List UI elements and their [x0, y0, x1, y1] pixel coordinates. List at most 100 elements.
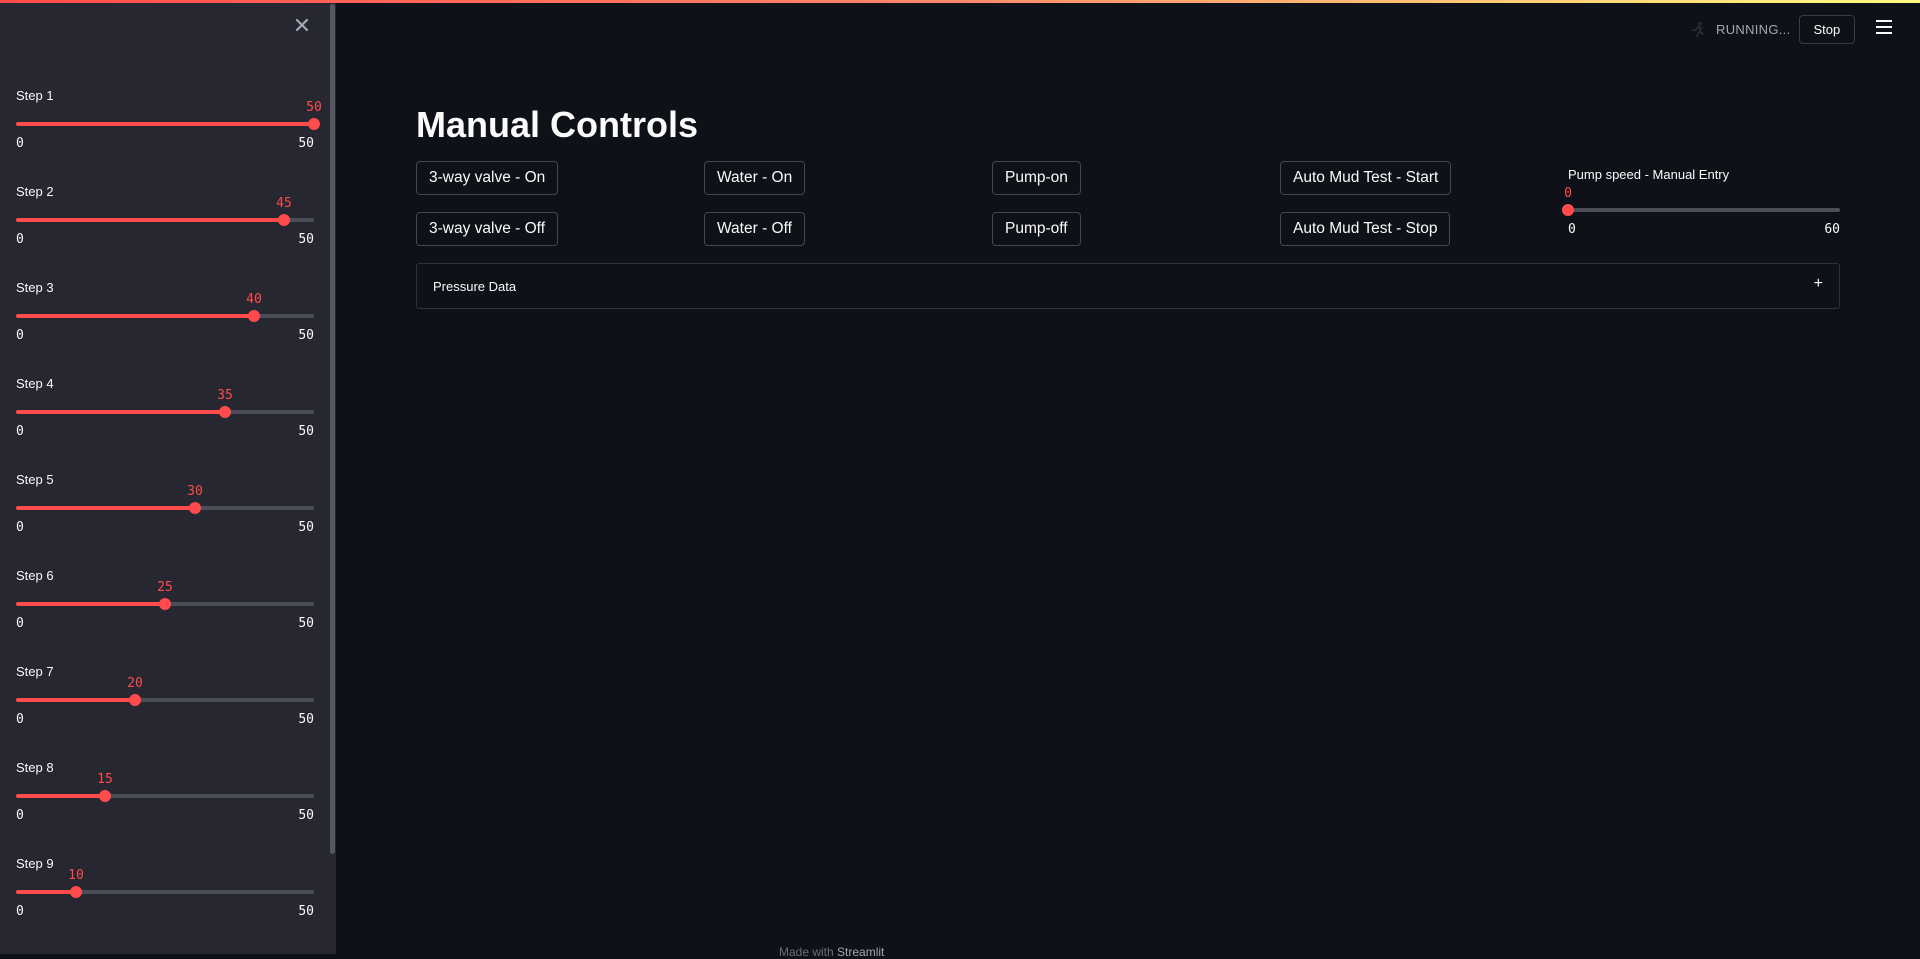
slider-min: 0 [16, 712, 24, 727]
step-slider[interactable]: Step 7 20 0 50 [16, 664, 314, 760]
step-label: Step 5 [16, 472, 54, 487]
slider-thumb[interactable] [99, 790, 111, 802]
valve-on-button[interactable]: 3-way valve - On [416, 161, 559, 195]
footer: Made with Streamlit [779, 945, 884, 959]
slider-max: 50 [298, 328, 314, 343]
plus-icon[interactable]: + [1814, 275, 1823, 293]
sidebar: ✕ Step 1 50 0 50 Step 2 45 0 50 Step 3 40 0 50 Step … [0, 0, 336, 954]
step-slider[interactable]: Step 8 15 0 50 [16, 760, 314, 856]
slider-max: 60 [1824, 222, 1840, 237]
page-title: Manual Controls [416, 104, 699, 145]
top-decoration-bar [0, 0, 1920, 3]
slider-fill [16, 698, 135, 702]
slider-track[interactable]: 15 [16, 772, 314, 802]
slider-value: 50 [306, 100, 322, 115]
step-slider[interactable]: Step 1 50 0 50 [16, 88, 322, 184]
slider-min: 0 [16, 904, 24, 919]
slider-track[interactable]: 30 [16, 484, 314, 514]
step-label: Step 8 [16, 760, 54, 775]
slider-fill [16, 602, 165, 606]
slider-fill [16, 794, 105, 798]
step-slider[interactable]: Step 6 25 0 50 [16, 568, 314, 664]
pump-on-button[interactable]: Pump-on [992, 161, 1081, 195]
hamburger-menu-icon[interactable] [1876, 20, 1892, 34]
running-status-text: RUNNING... [1716, 21, 1791, 37]
slider-value: 35 [217, 388, 233, 403]
expander-label: Pressure Data [433, 279, 517, 294]
pump-speed-slider[interactable]: 0 0 60 [1562, 186, 1840, 237]
slider-max: 50 [298, 808, 314, 823]
slider-max: 50 [298, 424, 314, 439]
slider-fill [16, 890, 76, 894]
sidebar-scrollbar[interactable] [330, 4, 335, 854]
slider-track[interactable]: 45 [16, 196, 314, 226]
slider-track[interactable]: 50 [16, 100, 322, 130]
slider-value: 45 [276, 196, 292, 211]
step-slider[interactable]: Step 4 35 0 50 [16, 376, 314, 472]
slider-fill [16, 410, 225, 414]
step-label: Step 3 [16, 280, 54, 295]
mud-test-stop-button[interactable]: Auto Mud Test - Stop [1280, 212, 1451, 246]
step-slider[interactable]: Step 9 10 0 50 [16, 856, 314, 952]
water-on-button[interactable]: Water - On [704, 161, 806, 195]
step-slider[interactable]: Step 5 30 0 50 [16, 472, 314, 568]
slider-thumb[interactable] [129, 694, 141, 706]
slider-track[interactable]: 10 [16, 868, 314, 898]
step-label: Step 7 [16, 664, 54, 679]
slider-min: 0 [16, 616, 24, 631]
step-label: Step 6 [16, 568, 54, 583]
pressure-data-expander[interactable]: Pressure Data + [416, 263, 1840, 309]
status-area: RUNNING... Stop [1690, 14, 1856, 44]
step-label: Step 9 [16, 856, 54, 871]
pump-speed-label: Pump speed - Manual Entry [1568, 167, 1730, 182]
step-slider[interactable]: Step 2 45 0 50 [16, 184, 314, 280]
slider-track[interactable]: 35 [16, 388, 314, 418]
slider-max: 50 [298, 232, 314, 247]
slider-max: 50 [298, 520, 314, 535]
pump-off-button[interactable]: Pump-off [992, 212, 1081, 246]
mud-test-start-button[interactable]: Auto Mud Test - Start [1280, 161, 1452, 195]
slider-max: 50 [298, 616, 314, 631]
slider-value: 25 [157, 580, 173, 595]
slider-thumb[interactable] [248, 310, 260, 322]
slider-value: 10 [68, 868, 84, 883]
slider-fill [16, 122, 314, 126]
water-off-button[interactable]: Water - Off [704, 212, 805, 246]
slider-thumb[interactable] [219, 406, 231, 418]
slider-thumb[interactable] [189, 502, 201, 514]
slider-thumb[interactable] [70, 886, 82, 898]
slider-value: 0 [1564, 186, 1572, 201]
slider-max: 50 [298, 136, 314, 151]
slider-min: 0 [16, 424, 24, 439]
slider-track[interactable]: 40 [16, 292, 314, 322]
slider-track[interactable]: 20 [16, 676, 314, 706]
slider-value: 40 [246, 292, 262, 307]
slider-thumb[interactable] [278, 214, 290, 226]
slider-min: 0 [16, 328, 24, 343]
slider-thumb[interactable] [308, 118, 320, 130]
step-label: Step 1 [16, 88, 54, 103]
slider-min: 0 [16, 520, 24, 535]
slider-fill [16, 506, 195, 510]
step-label: Step 2 [16, 184, 54, 199]
slider-max: 50 [298, 904, 314, 919]
slider-fill [16, 218, 284, 222]
slider-value: 20 [127, 676, 143, 691]
slider-track[interactable]: 25 [16, 580, 314, 610]
slider-value: 30 [187, 484, 203, 499]
streamlit-link[interactable]: Streamlit [837, 945, 884, 959]
step-slider[interactable]: Step 3 40 0 50 [16, 280, 314, 376]
slider-track[interactable]: 0 [1562, 186, 1840, 216]
slider-min: 0 [16, 136, 24, 151]
slider-min: 0 [16, 808, 24, 823]
slider-thumb[interactable] [159, 598, 171, 610]
slider-fill [16, 314, 254, 318]
footer-prefix: Made with [779, 945, 838, 959]
slider-max: 50 [298, 712, 314, 727]
slider-thumb[interactable] [1562, 204, 1574, 216]
running-person-icon [1690, 21, 1706, 37]
valve-off-button[interactable]: 3-way valve - Off [416, 212, 559, 246]
slider-min: 0 [1568, 222, 1576, 237]
stop-button[interactable]: Stop [1798, 14, 1856, 44]
close-icon[interactable]: ✕ [290, 14, 314, 38]
